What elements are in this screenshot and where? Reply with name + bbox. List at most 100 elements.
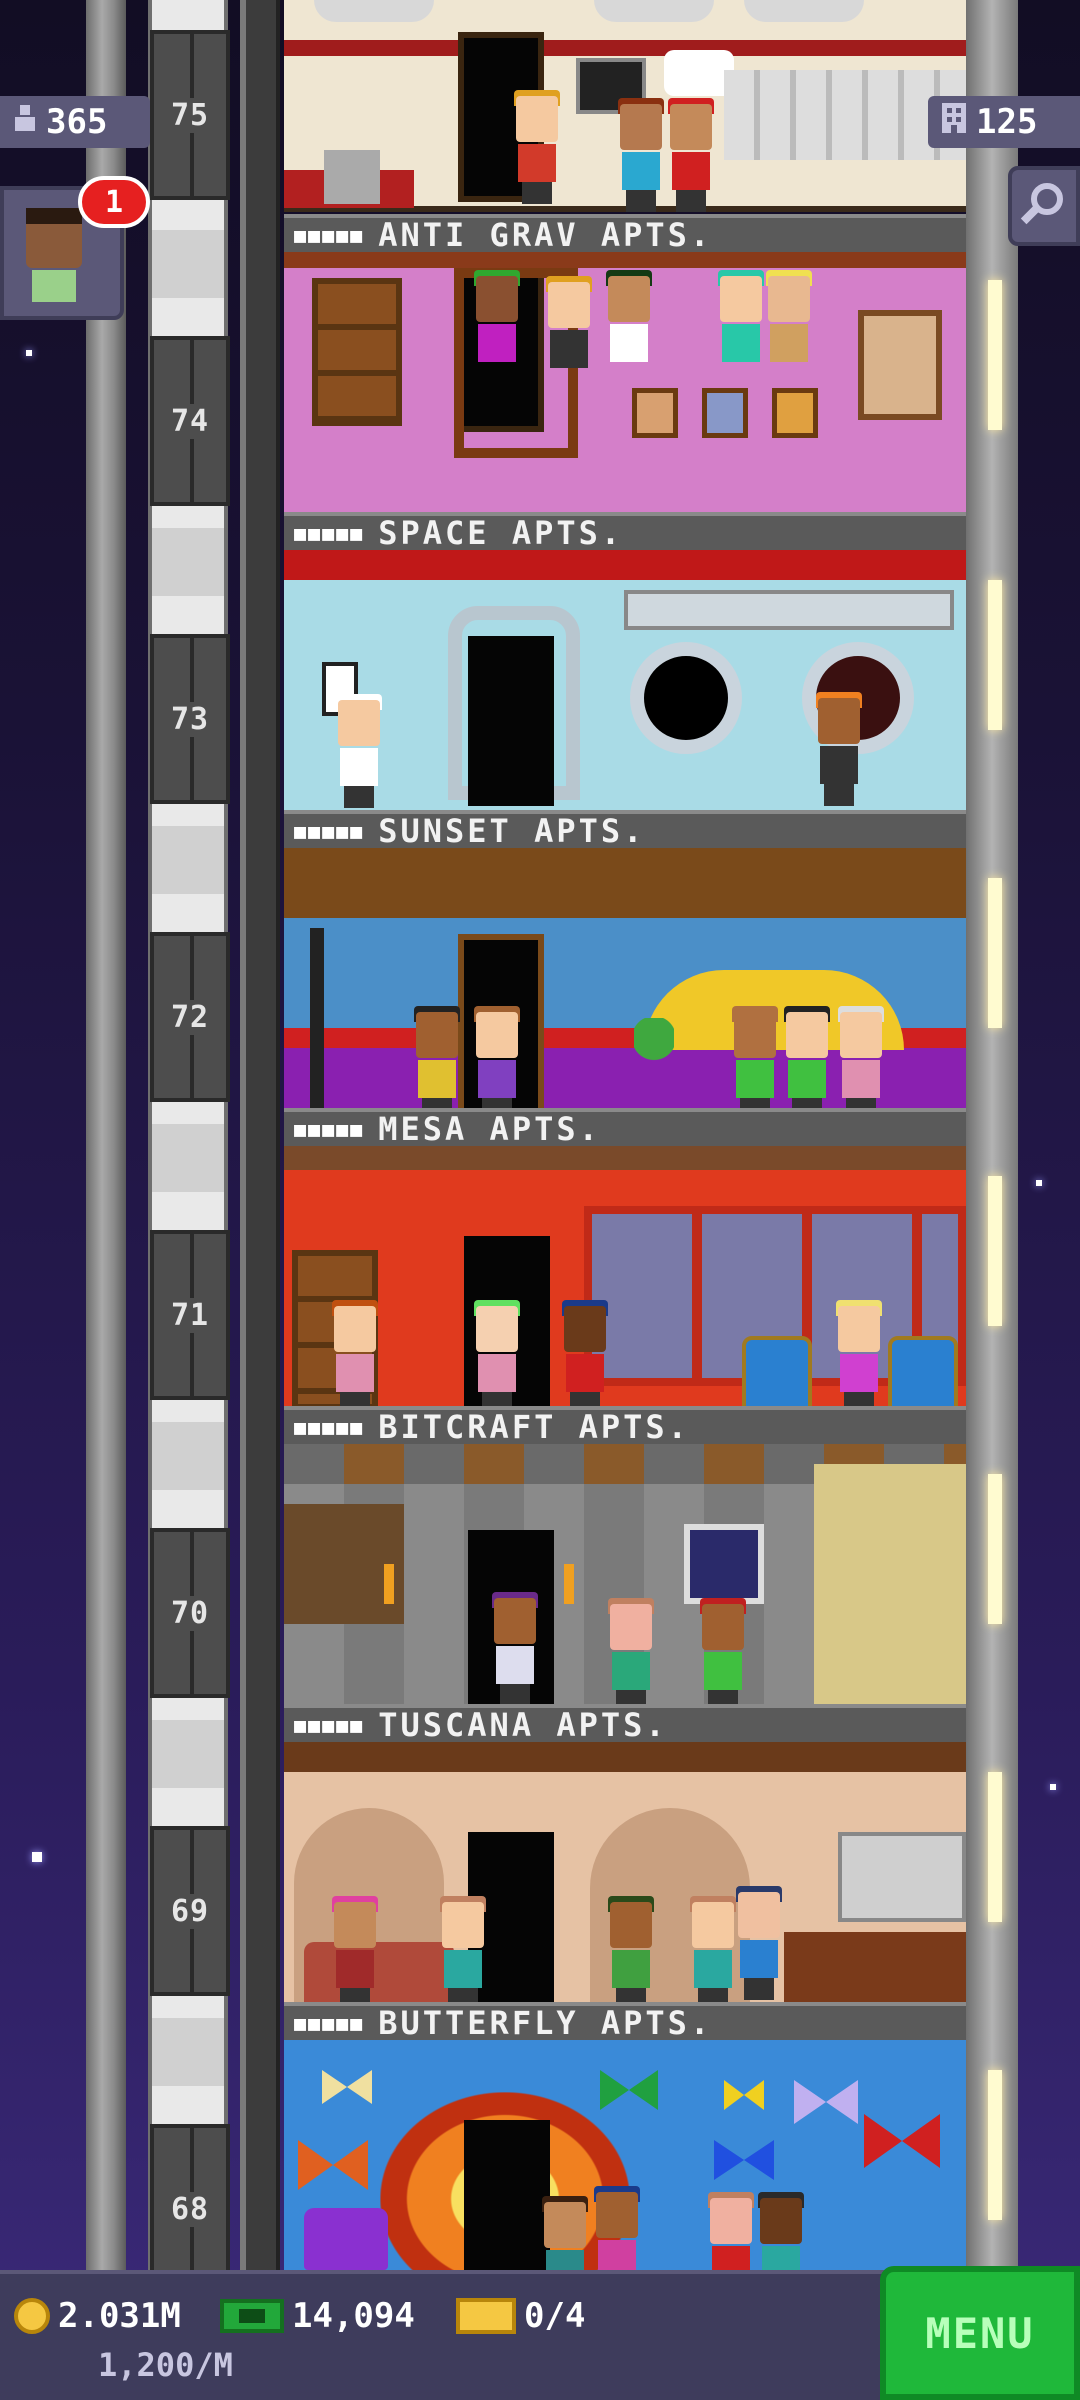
floor-sign-73: ■■■■■ SPACE APTS. <box>284 512 966 552</box>
floor-72[interactable] <box>284 848 966 1146</box>
floor-74[interactable] <box>284 252 966 550</box>
floor-sign-74: ■■■■■ ANTI GRAV APTS. <box>284 214 966 254</box>
ceiling-light <box>314 0 434 22</box>
resident[interactable] <box>558 1300 612 1416</box>
butterfly <box>322 2070 372 2104</box>
floor-number: 69 <box>168 1893 212 1929</box>
floor-70[interactable] <box>284 1444 966 1742</box>
floating-resident[interactable] <box>470 270 524 386</box>
floor-sign-69: ■■■■■ TUSCANA APTS. <box>284 1704 966 1744</box>
resident[interactable] <box>812 692 866 808</box>
ceiling-trim <box>284 550 966 580</box>
wall-light <box>988 1772 1002 1922</box>
resident[interactable] <box>604 1598 658 1714</box>
tickets-display[interactable]: 0/4 <box>456 2296 585 2336</box>
resident[interactable] <box>510 90 564 206</box>
resident[interactable] <box>604 1896 658 2012</box>
bux-icon <box>220 2299 284 2333</box>
tickets-value: 0/4 <box>524 2296 586 2336</box>
magnifier-icon <box>1019 179 1069 233</box>
menu-button[interactable]: MENU <box>880 2266 1080 2400</box>
population-counter[interactable]: 365 <box>0 96 150 148</box>
floating-resident[interactable] <box>714 270 768 386</box>
wall-light <box>988 580 1002 730</box>
floor-number: 73 <box>168 701 212 737</box>
resident[interactable] <box>332 694 386 810</box>
resident[interactable] <box>834 1006 888 1122</box>
resident[interactable] <box>436 1896 490 2012</box>
resident[interactable] <box>832 1300 886 1416</box>
coins-display[interactable]: 2.031M <box>14 2296 181 2336</box>
ceiling-trim <box>284 1146 966 1170</box>
resident[interactable] <box>328 1896 382 2012</box>
bux-value: 14,094 <box>292 2296 415 2336</box>
floor-name: TUSCANA APTS. <box>378 1706 668 1744</box>
picture-frame <box>632 388 678 438</box>
table <box>324 150 380 204</box>
floor-68[interactable] <box>284 2040 966 2288</box>
person-icon <box>12 102 38 142</box>
floor-stars: ■■■■■ <box>294 2011 365 2035</box>
resident[interactable] <box>470 1006 524 1122</box>
floor-name: SPACE APTS. <box>378 514 624 552</box>
floor-sign-71: ■■■■■ MESA APTS. <box>284 1108 966 1148</box>
coins-value: 2.031M <box>58 2296 181 2336</box>
search-button[interactable] <box>1008 166 1080 246</box>
resident[interactable] <box>664 98 718 214</box>
resident[interactable] <box>488 1592 542 1708</box>
butterfly <box>724 2080 764 2110</box>
bux-display[interactable]: 14,094 <box>220 2296 415 2336</box>
elevator-door-75[interactable]: 75 <box>150 30 230 200</box>
ticket-icon <box>456 2298 516 2334</box>
picture-frame <box>702 388 748 438</box>
elevator-door-68[interactable]: 68 <box>150 2124 230 2294</box>
elevator-door-74[interactable]: 74 <box>150 336 230 506</box>
resident[interactable] <box>410 1006 464 1122</box>
kitchen-counter <box>784 1932 966 2002</box>
window <box>684 1524 764 1604</box>
elevator-door-70[interactable]: 70 <box>150 1528 230 1698</box>
floating-resident[interactable] <box>542 276 596 392</box>
elevator-door-73[interactable]: 73 <box>150 634 230 804</box>
plant <box>634 1018 674 1068</box>
resident[interactable] <box>696 1598 750 1714</box>
elevator-door-71[interactable]: 71 <box>150 1230 230 1400</box>
floor-75[interactable] <box>284 0 966 212</box>
floor-sign-68: ■■■■■ BUTTERFLY APTS. <box>284 2002 966 2042</box>
tower-left-wall <box>86 0 126 2270</box>
avatar-body <box>32 270 76 302</box>
kitchen-cabinet <box>838 1832 966 1922</box>
floor-name: SUNSET APTS. <box>378 812 646 850</box>
wall-light <box>988 1176 1002 1326</box>
resident[interactable] <box>614 98 668 214</box>
resident[interactable] <box>470 1300 524 1416</box>
floor-69[interactable] <box>284 1742 966 2040</box>
armchair <box>304 2208 388 2270</box>
star <box>32 1852 42 1862</box>
coins-rate-value: 1,200/M <box>98 2346 233 2384</box>
torch <box>384 1564 394 1604</box>
floor-number: 71 <box>168 1297 212 1333</box>
floor-counter[interactable]: 125 <box>928 96 1080 148</box>
elevator-door-69[interactable]: 69 <box>150 1826 230 1996</box>
building-icon <box>940 101 968 144</box>
resident[interactable] <box>780 1006 834 1122</box>
armchair <box>888 1336 958 1412</box>
floating-resident[interactable] <box>762 270 816 386</box>
resident[interactable] <box>732 1886 786 2002</box>
elevator-door-72[interactable]: 72 <box>150 932 230 1102</box>
torch <box>564 1564 574 1604</box>
floor-stars: ■■■■■ <box>294 819 365 843</box>
floor-73[interactable] <box>284 550 966 848</box>
floor-name: BITCRAFT APTS. <box>378 1408 690 1446</box>
ceiling-trim <box>284 252 966 268</box>
resident[interactable] <box>328 1300 382 1416</box>
floor-71[interactable] <box>284 1146 966 1444</box>
star <box>1036 1180 1042 1186</box>
floor-stars: ■■■■■ <box>294 1713 365 1737</box>
resident[interactable] <box>728 1006 782 1122</box>
floor-number: 72 <box>168 999 212 1035</box>
porthole-window <box>630 642 742 754</box>
floating-resident[interactable] <box>602 270 656 386</box>
bookshelf <box>312 278 402 426</box>
